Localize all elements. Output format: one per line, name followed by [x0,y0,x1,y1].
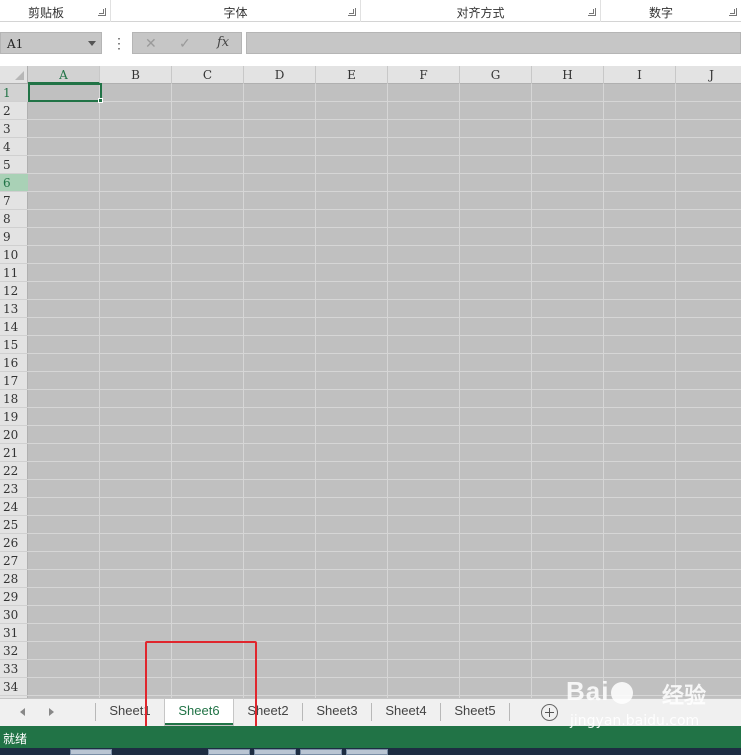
row-header-3[interactable]: 3 [0,120,28,138]
row-header-17[interactable]: 17 [0,372,28,390]
scroll-tabs-left-icon[interactable] [16,705,30,719]
row-header-18[interactable]: 18 [0,390,28,408]
row-header-20[interactable]: 20 [0,426,28,444]
baidu-jingyan-watermark: Bai 经验 jingyan.baidu.com [566,676,736,736]
more-options-icon[interactable]: ⋮ [112,36,126,50]
taskbar-item[interactable] [70,749,112,755]
taskbar-item[interactable] [300,749,342,755]
row-header-9[interactable]: 9 [0,228,28,246]
column-header-h[interactable]: H [532,66,604,84]
row-headers: 1 2 3 4 5 6 7 8 9 10 11 12 13 14 15 16 17 18 19 20 21 22 23 24 2… [0,84,28,698]
dialog-launcher-icon[interactable] [588,8,596,16]
annotation-highlight-box [145,641,257,737]
column-header-b[interactable]: B [100,66,172,84]
select-all-button[interactable] [0,66,28,84]
watermark-logo: Bai [566,676,635,707]
add-sheet-icon[interactable] [541,704,558,721]
row-header-23[interactable]: 23 [0,480,28,498]
row-header-22[interactable]: 22 [0,462,28,480]
row-header-31[interactable]: 31 [0,624,28,642]
row-header-2[interactable]: 2 [0,102,28,120]
check-icon[interactable]: ✓ [179,35,191,52]
watermark-brand: Bai [566,676,610,706]
sheet-tab-sheet4[interactable]: Sheet4 [372,699,440,725]
row-header-13[interactable]: 13 [0,300,28,318]
row-header-5[interactable]: 5 [0,156,28,174]
row-header-26[interactable]: 26 [0,534,28,552]
row-header-12[interactable]: 12 [0,282,28,300]
insert-function-icon[interactable]: fx [217,35,229,50]
column-header-c[interactable]: C [172,66,244,84]
ribbon-group-alignment: 对齐方式 [361,0,601,22]
ribbon-group-label: 剪贴板 [27,6,64,20]
row-header-28[interactable]: 28 [0,570,28,588]
sheet-tab-sheet5[interactable]: Sheet5 [441,699,509,725]
formula-tools: ✕ ✓ fx [132,32,242,54]
row-header-19[interactable]: 19 [0,408,28,426]
ribbon-group-labels: 剪贴板 字体 对齐方式 数字 [0,0,741,22]
row-header-6[interactable]: 6 [0,174,28,192]
row-header-30[interactable]: 30 [0,606,28,624]
row-header-7[interactable]: 7 [0,192,28,210]
row-header-29[interactable]: 29 [0,588,28,606]
status-text: 就绪 [3,732,28,746]
row-header-10[interactable]: 10 [0,246,28,264]
fill-handle[interactable] [98,98,103,103]
row-header-33[interactable]: 33 [0,660,28,678]
column-header-a[interactable]: A [28,66,100,84]
watermark-url: jingyan.baidu.com [570,713,700,729]
column-header-e[interactable]: E [316,66,388,84]
dialog-launcher-icon[interactable] [348,8,356,16]
ribbon-group-label: 数字 [648,6,673,20]
ribbon-group-label: 字体 [223,6,248,20]
column-header-i[interactable]: I [604,66,676,84]
row-header-11[interactable]: 11 [0,264,28,282]
row-header-4[interactable]: 4 [0,138,28,156]
name-box[interactable]: A1 [0,32,102,54]
taskbar-item[interactable] [346,749,388,755]
row-header-24[interactable]: 24 [0,498,28,516]
column-header-j[interactable]: J [676,66,741,84]
name-box-value: A1 [7,37,24,51]
dialog-launcher-icon[interactable] [729,8,737,16]
taskbar-item[interactable] [208,749,250,755]
row-header-8[interactable]: 8 [0,210,28,228]
ribbon-group-number: 数字 [601,0,741,22]
taskbar-item[interactable] [254,749,296,755]
row-header-15[interactable]: 15 [0,336,28,354]
formula-bar: A1 ⋮ ✕ ✓ fx [0,22,741,66]
column-header-d[interactable]: D [244,66,316,84]
row-header-25[interactable]: 25 [0,516,28,534]
formula-input[interactable] [246,32,741,54]
sheet-tab-sheet3[interactable]: Sheet3 [303,699,371,725]
row-header-21[interactable]: 21 [0,444,28,462]
row-header-27[interactable]: 27 [0,552,28,570]
row-header-16[interactable]: 16 [0,354,28,372]
active-cell-a1[interactable] [28,83,102,102]
row-header-32[interactable]: 32 [0,642,28,660]
row-header-14[interactable]: 14 [0,318,28,336]
row-header-34[interactable]: 34 [0,678,28,696]
column-header-g[interactable]: G [460,66,532,84]
tab-divider [509,703,510,721]
os-taskbar [0,748,741,755]
paw-icon [611,682,634,705]
dialog-launcher-icon[interactable] [98,8,106,16]
row-header-1[interactable]: 1 [0,84,28,102]
ribbon-group-font: 字体 [111,0,361,22]
watermark-brand-cn: 经验 [662,684,707,709]
chevron-down-icon[interactable] [88,41,96,46]
worksheet-grid: ABCDEFGHIJ 1 2 3 4 5 6 7 8 9 10 11 12 13 14 15 16 17 18 19… [0,66,741,698]
ribbon-group-clipboard: 剪贴板 [0,0,111,22]
cancel-icon[interactable]: ✕ [145,35,157,52]
scroll-tabs-right-icon[interactable] [44,705,58,719]
cell-area[interactable] [28,84,741,698]
column-header-f[interactable]: F [388,66,460,84]
ribbon-group-label: 对齐方式 [456,6,505,20]
column-headers: ABCDEFGHIJ [28,66,741,84]
